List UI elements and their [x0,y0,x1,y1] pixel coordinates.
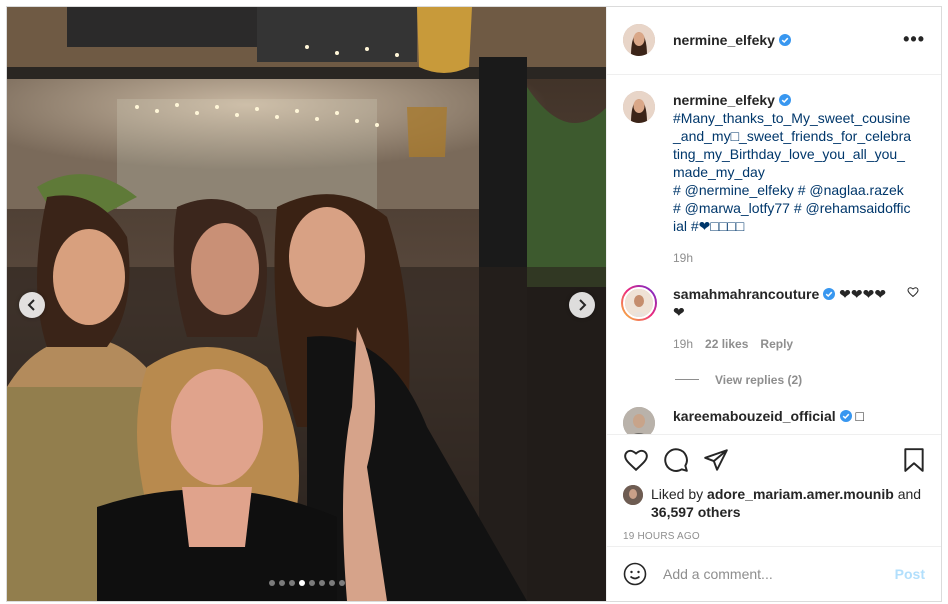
carousel-dot [269,580,275,586]
comment-text: kareemabouzeid_official □ [673,407,897,425]
more-options-button[interactable]: ••• [903,29,925,50]
carousel-dot [339,580,345,586]
carousel-next-button[interactable] [569,292,595,318]
like-button[interactable] [623,447,649,473]
verified-badge-icon [778,93,791,106]
liker-avatar[interactable] [623,484,643,505]
author-username[interactable]: nermine_elfeky [673,32,775,48]
comment-button[interactable] [663,447,689,473]
carousel-dot [329,580,335,586]
emoji-smiley-icon[interactable] [623,562,647,586]
caption-hashtag[interactable]: #Many_thanks_to_My_sweet_cousine_and_my□… [673,110,911,180]
post-actions: Liked by adore_mariam.amer.mounib and 36… [607,433,941,546]
comment-meta: 19h 22 likes Reply [673,337,897,351]
comment-content: □ [855,407,864,424]
caption: nermine_elfeky #Many_thanks_to_My_sweet_… [623,90,925,265]
comments-section[interactable]: nermine_elfeky #Many_thanks_to_My_sweet_… [607,75,941,434]
carousel-dot [299,580,305,586]
caption-avatar[interactable] [623,90,655,123]
likes-others[interactable]: 36,597 others [651,504,741,520]
post-photo [7,7,606,601]
carousel-dot [289,580,295,586]
verified-badge-icon [839,409,852,422]
comment-username[interactable]: kareemabouzeid_official [673,408,836,424]
carousel-prev-button[interactable] [19,292,45,318]
carousel-dot [279,580,285,586]
comment-likes[interactable]: 22 likes [705,337,748,351]
liker-username[interactable]: adore_mariam.amer.mounib [707,486,894,502]
comment-like-heart-icon[interactable] [907,286,919,298]
commenter-avatar[interactable] [623,406,655,434]
chevron-left-icon [27,299,35,311]
post-timestamp[interactable]: 19 HOURS AGO [623,531,925,542]
save-bookmark-icon[interactable] [901,447,927,473]
verified-badge-icon [823,287,836,300]
likes-and: and [897,485,922,502]
chevron-right-icon [579,299,587,311]
post-media[interactable] [7,7,606,601]
carousel-dot [319,580,325,586]
replies-divider [675,379,699,381]
instagram-post: nermine_elfeky ••• nermine_elfeky #Many_… [6,6,942,602]
likes-text: Liked by adore_mariam.amer.mounib and 36… [651,485,925,521]
share-button[interactable] [703,447,729,473]
comment-username[interactable]: samahmahrancouture [673,286,819,302]
paper-plane-icon [704,449,728,471]
heart-icon [624,449,648,471]
carousel-dot [309,580,315,586]
comment-time: 19h [673,336,694,351]
add-comment-bar: Post [607,546,941,601]
view-replies-button[interactable]: View replies (2) [675,373,925,387]
post-comment-button[interactable]: Post [895,566,925,582]
caption-time: 19h [673,250,694,265]
post-details-panel: nermine_elfeky ••• nermine_elfeky #Many_… [606,7,941,601]
likes-prefix: Liked by [651,485,704,502]
comment-item: samahmahrancouture ❤❤❤❤ ❤ 19h 22 likes R… [621,284,925,351]
caption-username[interactable]: nermine_elfeky [673,92,775,108]
verified-badge-icon [778,34,791,47]
caption-text: nermine_elfeky #Many_thanks_to_My_sweet_… [673,91,913,235]
carousel-indicator [269,580,345,586]
comment-item: kareemabouzeid_official □ [623,406,925,434]
comment-reply-button[interactable]: Reply [760,337,793,351]
action-icons [623,435,925,485]
commenter-avatar[interactable] [621,284,657,321]
likes-summary: Liked by adore_mariam.amer.mounib and 36… [623,484,925,521]
comment-text: samahmahrancouture ❤❤❤❤ ❤ [673,285,897,321]
post-header: nermine_elfeky ••• [607,7,941,75]
view-replies-label: View replies (2) [715,372,803,387]
author-avatar[interactable] [623,24,655,57]
comment-input[interactable] [663,566,895,583]
caption-mentions[interactable]: # @nermine_elfeky # @naglaa.razek # @mar… [673,182,911,234]
speech-bubble-icon [664,448,688,472]
